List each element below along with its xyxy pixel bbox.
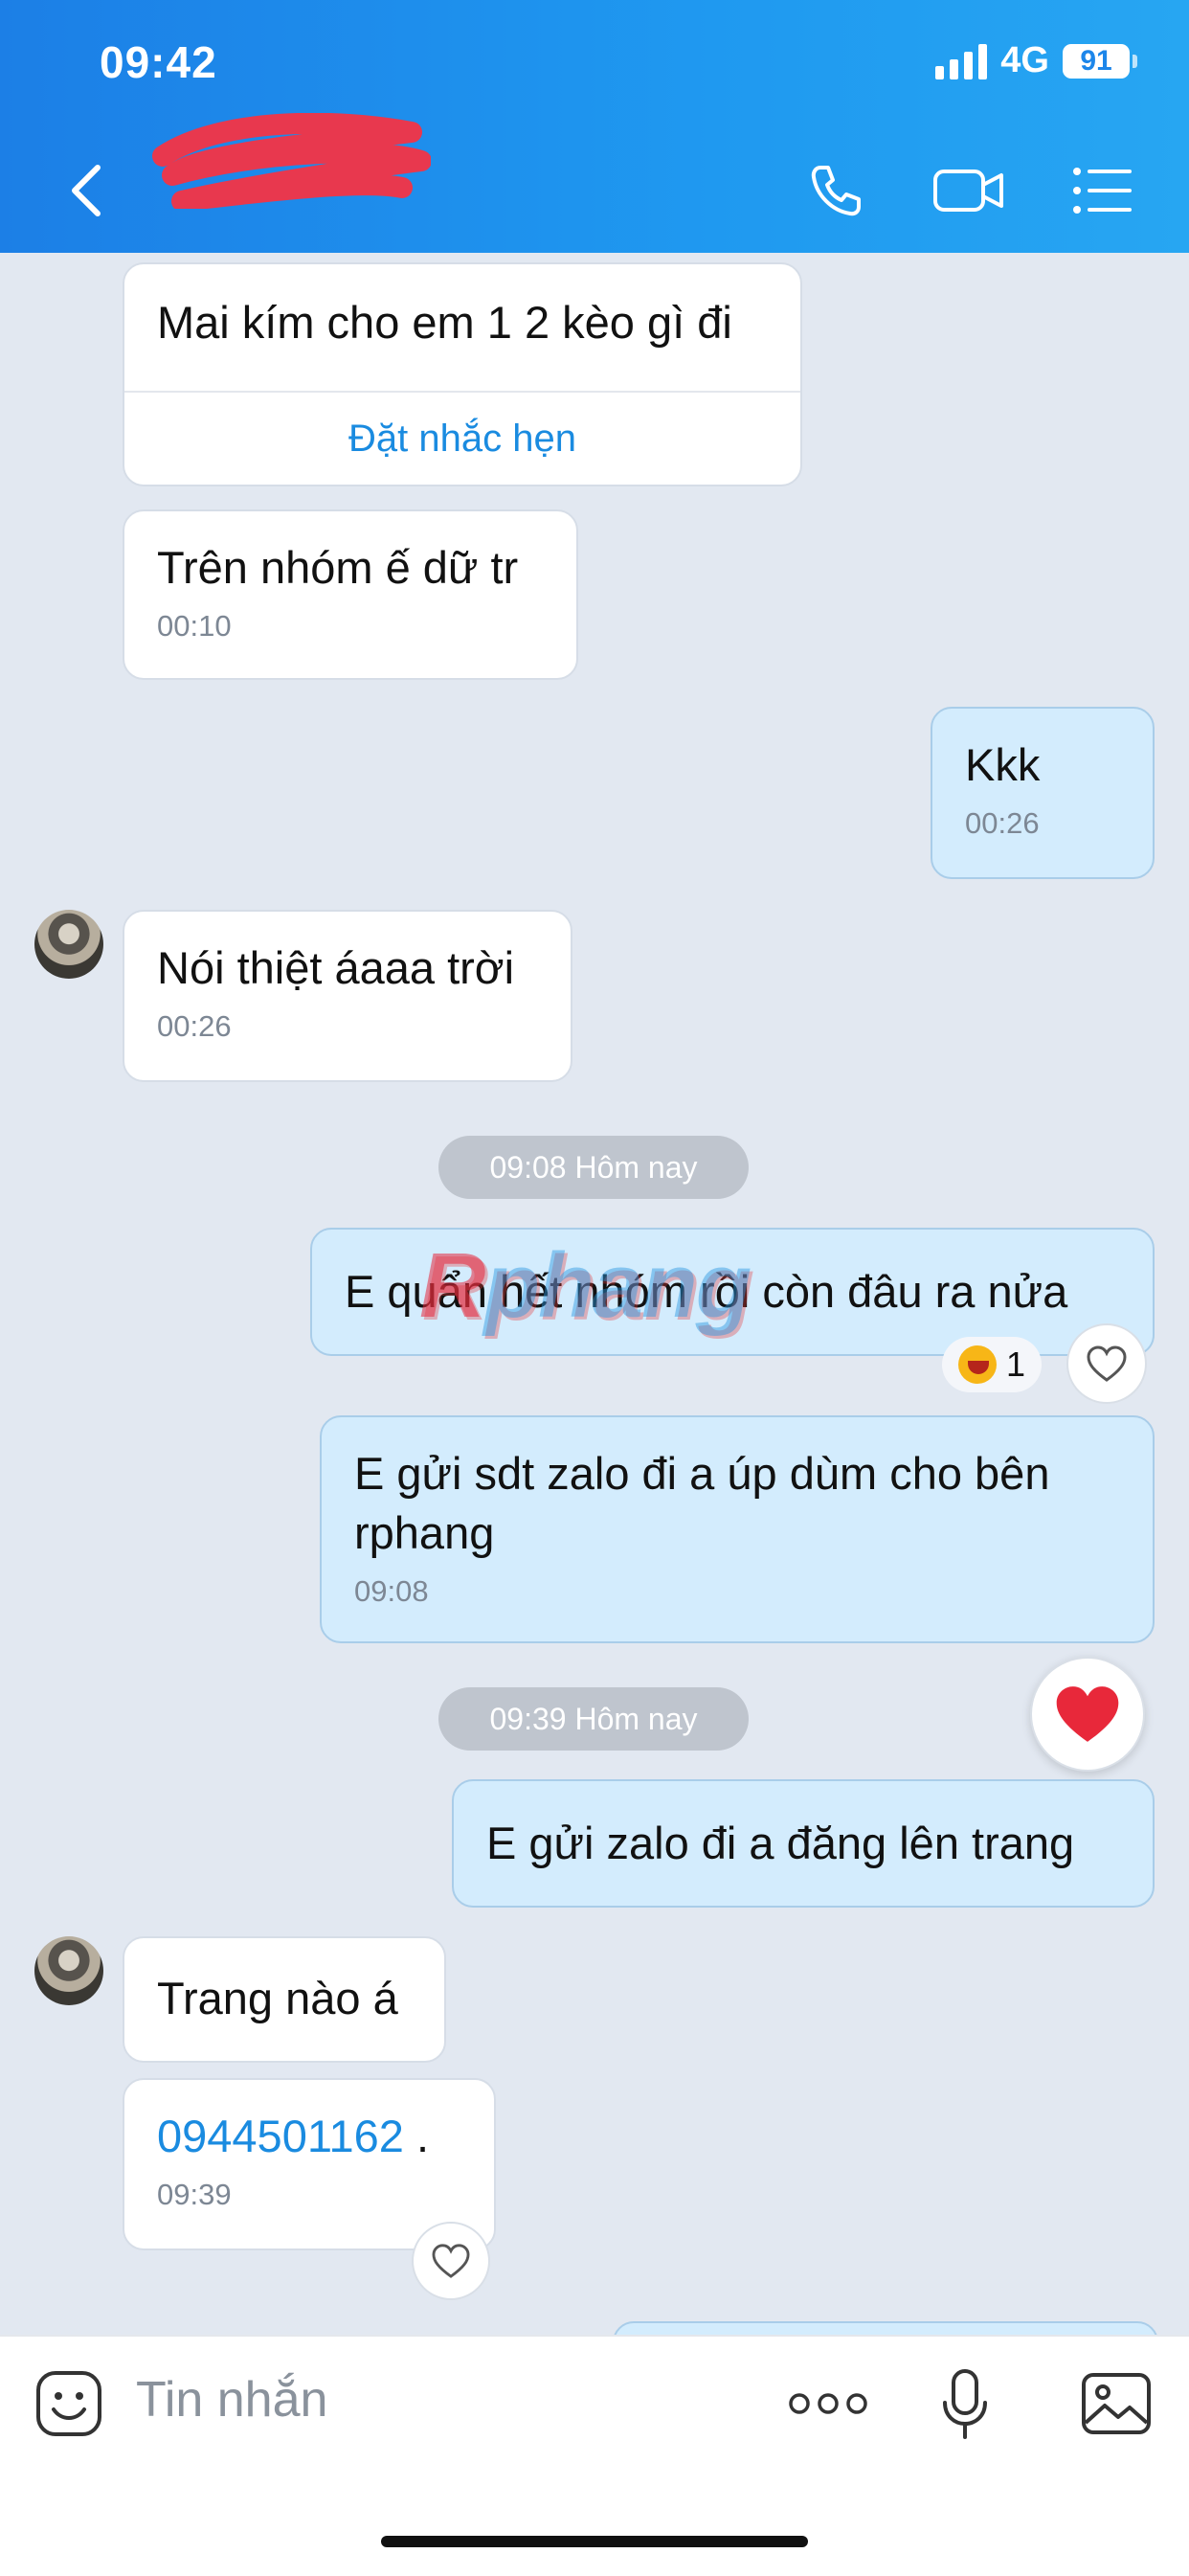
menu-button[interactable] [1070, 159, 1133, 222]
image-gallery-icon [1082, 2373, 1151, 2434]
sticker-smile-icon [36, 2371, 101, 2436]
message-time: 00:10 [157, 609, 232, 643]
message-text: Trang nào á [157, 1973, 398, 2023]
laughing-emoji-icon [957, 1345, 997, 1384]
message-bubble-outgoing[interactable]: Kkk 00:26 [931, 707, 1155, 879]
network-label: 4G [1000, 40, 1049, 80]
message-bubble-incoming[interactable]: Mai kím cho em 1 2 kèo gì đi Đặt nhắc hẹ… [123, 262, 802, 486]
status-indicators: 4G 91 [935, 40, 1137, 81]
back-button[interactable] [57, 159, 115, 222]
sticker-button[interactable] [31, 2365, 107, 2442]
message-text: Nói thiệt áaaa trời [157, 942, 515, 993]
message-text: E gửi sdt zalo đi a úp dùm cho bên rphan… [354, 1448, 1050, 1558]
message-time: 00:26 [157, 1009, 232, 1043]
red-heart-icon [1056, 1686, 1119, 1742]
message-input[interactable]: Tin nhắn [136, 2371, 327, 2429]
contact-avatar[interactable] [34, 1936, 103, 2005]
message-bubble-outgoing[interactable]: E gửi zalo đi a đăng lên trang [452, 1779, 1155, 1908]
contact-avatar[interactable] [34, 910, 103, 979]
set-reminder-button[interactable]: Đặt nhắc hẹn [124, 391, 800, 485]
date-separator: 09:39 Hôm nay [438, 1687, 749, 1751]
watermark: Rphang [419, 1234, 752, 1337]
message-text: Trên nhóm ế dữ tr [157, 542, 519, 593]
message-bubble-incoming[interactable]: Trang nào á [123, 1936, 446, 2063]
image-picker-button[interactable] [1078, 2367, 1155, 2440]
heart-outline-icon [432, 2244, 470, 2278]
message-bubble-incoming[interactable]: Nói thiệt áaaa trời 00:26 [123, 910, 572, 1082]
message-bubble-incoming[interactable]: Trên nhóm ế dữ tr 00:10 [123, 509, 578, 680]
more-dots-icon [789, 2393, 867, 2414]
status-time: 09:42 [100, 37, 217, 87]
heart-outline-icon [1087, 1345, 1127, 1382]
reaction-count: 1 [1005, 1344, 1026, 1384]
redaction-scribble [152, 113, 431, 209]
signal-icon [935, 43, 988, 79]
message-text: Kkk [965, 739, 1041, 790]
reaction-summary[interactable]: 1 [942, 1337, 1042, 1392]
video-call-button[interactable] [931, 159, 1007, 222]
heart-reaction-button[interactable] [1030, 1657, 1145, 1772]
like-button[interactable] [1066, 1323, 1147, 1404]
date-separator: 09:08 Hôm nay [438, 1136, 749, 1199]
call-button[interactable] [804, 159, 867, 222]
chevron-left-icon [72, 165, 101, 216]
message-time: 09:39 [157, 2178, 232, 2211]
message-text: E gửi zalo đi a đăng lên trang [486, 1818, 1075, 1868]
voice-record-button[interactable] [934, 2365, 996, 2444]
phone-number-link[interactable]: 0944501162 [157, 2111, 404, 2161]
message-time: 00:26 [965, 806, 1040, 840]
message-text: Mai kím cho em 1 2 kèo gì đi [157, 297, 732, 348]
video-camera-icon [933, 169, 1003, 212]
message-bubble-outgoing[interactable]: E gửi sdt zalo đi a úp dùm cho bên rphan… [320, 1415, 1155, 1643]
battery-icon: 91 [1063, 43, 1137, 79]
more-options-button[interactable] [785, 2383, 871, 2425]
like-button[interactable] [412, 2222, 490, 2300]
phone-icon [811, 166, 861, 216]
list-menu-icon [1073, 168, 1132, 214]
microphone-icon [943, 2369, 987, 2439]
message-text: 0944501162 . [157, 2111, 430, 2161]
home-indicator [381, 2536, 808, 2547]
message-time: 09:08 [354, 1574, 429, 1608]
